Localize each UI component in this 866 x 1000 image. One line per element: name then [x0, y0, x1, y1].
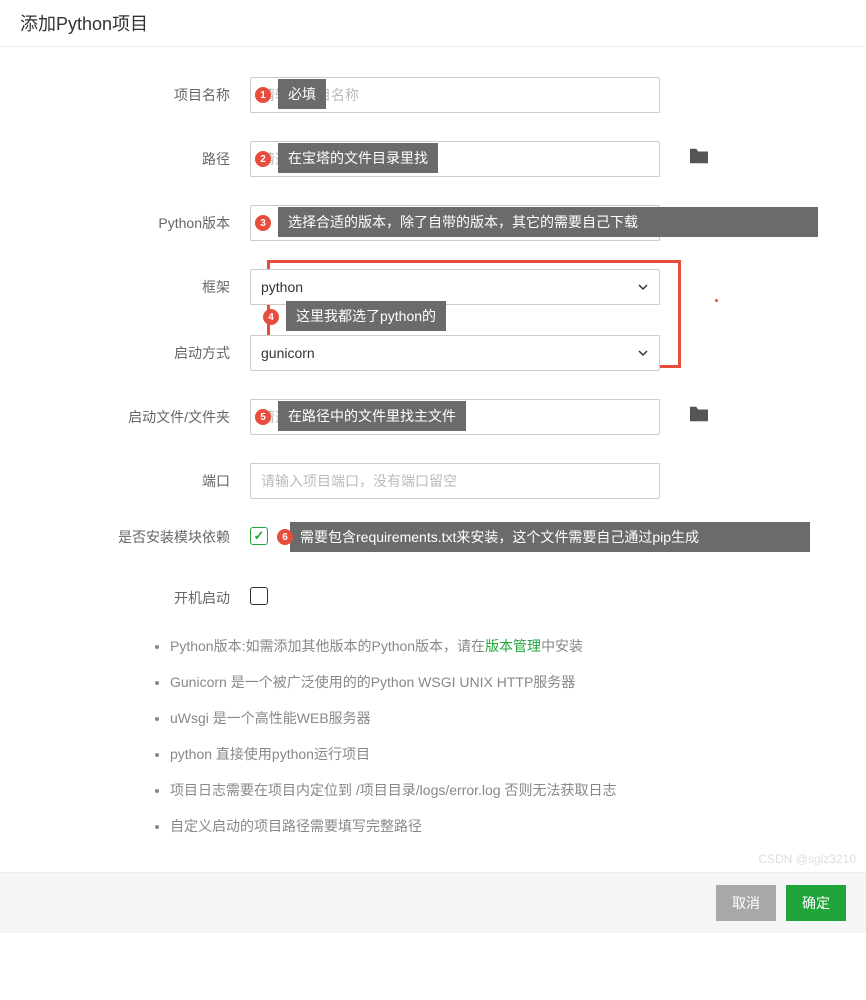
badge-6: 6	[277, 529, 293, 545]
row-startmode: 启动方式 gunicorn	[0, 335, 866, 371]
path-browse-button[interactable]	[688, 147, 710, 168]
row-project-name: 项目名称 1 必填	[0, 77, 866, 113]
input-port[interactable]	[250, 463, 660, 499]
note-1-suffix: 中安装	[541, 638, 583, 654]
framework-group: 框架 python 4 这里我都选了python的 启动方式 gunicorn	[0, 269, 866, 371]
badge-1: 1	[255, 87, 271, 103]
label-port: 端口	[0, 471, 250, 491]
label-python-version: Python版本	[0, 213, 250, 233]
note-4: python 直接使用python运行项目	[170, 744, 846, 764]
label-startmode: 启动方式	[0, 343, 250, 363]
tooltip-6: 需要包含requirements.txt来安装，这个文件需要自己通过pip生成	[290, 522, 810, 552]
label-project-name: 项目名称	[0, 85, 250, 105]
badge-3: 3	[255, 215, 271, 231]
label-startfile: 启动文件/文件夹	[0, 407, 250, 427]
chevron-down-icon	[637, 281, 649, 293]
tooltip-3: 选择合适的版本，除了自带的版本，其它的需要自己下载	[278, 207, 818, 237]
cancel-button[interactable]: 取消	[716, 885, 776, 921]
note-1-prefix: Python版本:如需添加其他版本的Python版本，请在	[170, 638, 485, 654]
startmode-value: gunicorn	[261, 345, 315, 361]
tooltip-1: 必填	[278, 79, 326, 109]
label-path: 路径	[0, 149, 250, 169]
note-1: Python版本:如需添加其他版本的Python版本，请在版本管理中安装	[170, 636, 846, 656]
form-body: 项目名称 1 必填 路径 2 在宝塔的文件目录里找 Python版本	[0, 47, 866, 872]
row-port: 端口	[0, 463, 866, 499]
watermark: CSDN @sglz3210	[758, 852, 856, 866]
note-6: 自定义启动的项目路径需要填写完整路径	[170, 816, 846, 836]
row-autostart: 开机启动	[0, 587, 866, 608]
label-deps: 是否安装模块依赖	[0, 527, 250, 547]
row-framework: 框架 python 4 这里我都选了python的	[0, 269, 866, 305]
confirm-button[interactable]: 确定	[786, 885, 846, 921]
checkbox-autostart[interactable]	[250, 587, 268, 605]
note-2: Gunicorn 是一个被广泛使用的的Python WSGI UNIX HTTP…	[170, 672, 846, 692]
version-manage-link[interactable]: 版本管理	[485, 638, 541, 654]
label-autostart: 开机启动	[0, 588, 250, 608]
note-list: Python版本:如需添加其他版本的Python版本，请在版本管理中安装 Gun…	[150, 636, 866, 836]
select-startmode[interactable]: gunicorn	[250, 335, 660, 371]
row-path: 路径 2 在宝塔的文件目录里找	[0, 141, 866, 177]
label-framework: 框架	[0, 277, 250, 297]
framework-value: python	[261, 279, 303, 295]
dialog-title: 添加Python项目	[0, 0, 866, 47]
note-3: uWsgi 是一个高性能WEB服务器	[170, 708, 846, 728]
row-deps: 是否安装模块依赖 6 需要包含requirements.txt来安装，这个文件需…	[0, 527, 866, 547]
row-startfile: 启动文件/文件夹 5 在路径中的文件里找主文件	[0, 399, 866, 435]
folder-icon	[688, 147, 710, 165]
startfile-browse-button[interactable]	[688, 405, 710, 426]
checkbox-deps[interactable]	[250, 527, 268, 545]
badge-2: 2	[255, 151, 271, 167]
row-python-version: Python版本 3 3 选择合适的版本，除了自带的版本，其它的需要自己下载	[0, 205, 866, 241]
tooltip-4: 这里我都选了python的	[286, 301, 446, 331]
chevron-down-icon	[637, 347, 649, 359]
tooltip-5: 在路径中的文件里找主文件	[278, 401, 466, 431]
note-5: 项目日志需要在项目内定位到 /项目目录/logs/error.log 否则无法获…	[170, 780, 846, 800]
folder-icon	[688, 405, 710, 423]
badge-5: 5	[255, 409, 271, 425]
add-python-project-dialog: 添加Python项目 项目名称 1 必填 路径 2 在宝塔的文件目录里找	[0, 0, 866, 933]
dialog-footer: 取消 确定	[0, 872, 866, 933]
select-framework[interactable]: python	[250, 269, 660, 305]
badge-4: 4	[263, 309, 279, 325]
tooltip-2: 在宝塔的文件目录里找	[278, 143, 438, 173]
